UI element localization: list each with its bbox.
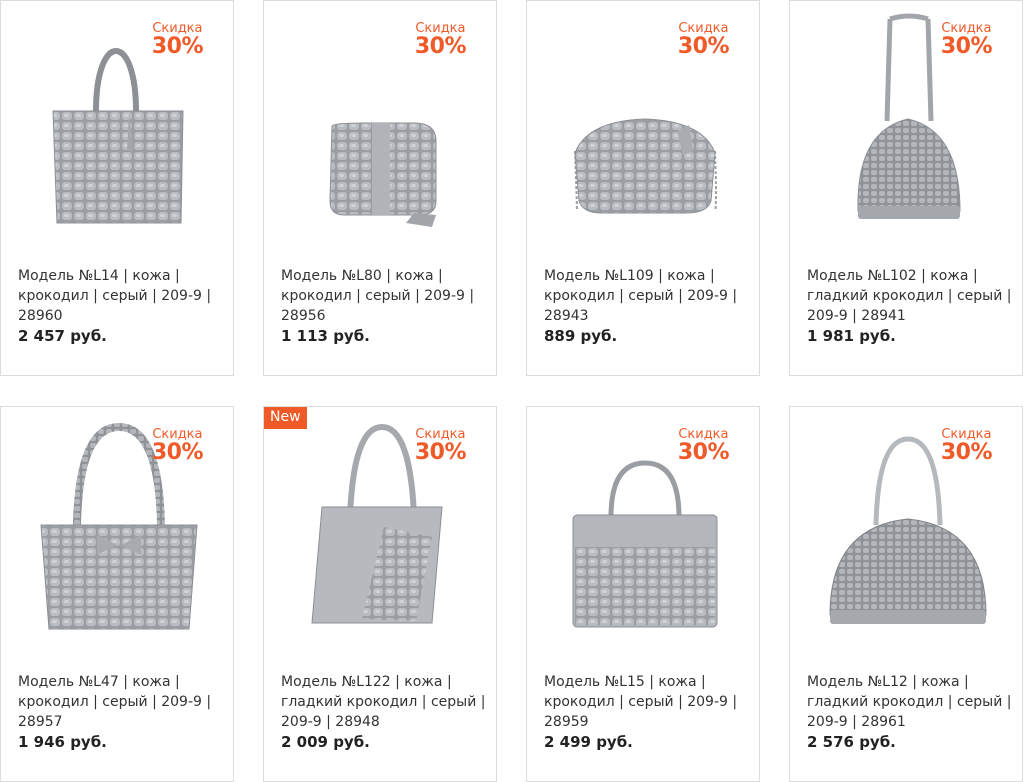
product-price: 2 009 руб. — [281, 733, 370, 751]
discount-label: Скидка 30% — [414, 427, 467, 465]
product-price: 1 946 руб. — [18, 733, 107, 751]
product-price: 889 руб. — [544, 327, 618, 345]
product-card[interactable]: Скидка 30% Модель №L80 | кожа | крокодил… — [263, 0, 497, 376]
product-title[interactable]: Модель №L12 | кожа | гладкий крокодил | … — [807, 672, 1012, 732]
product-title[interactable]: Модель №L14 | кожа | крокодил | серый | … — [18, 266, 223, 326]
product-card[interactable]: Скидка 30% Модель №L47 | кожа | крокодил… — [0, 406, 234, 782]
product-price: 2 457 руб. — [18, 327, 107, 345]
discount-label: Скидка 30% — [940, 427, 993, 465]
product-title[interactable]: Модель №L122 | кожа | гладкий крокодил |… — [281, 672, 486, 732]
product-title[interactable]: Модель №L80 | кожа | крокодил | серый | … — [281, 266, 486, 326]
discount-label: Скидка 30% — [677, 21, 730, 59]
product-price: 2 499 руб. — [544, 733, 633, 751]
discount-label: Скидка 30% — [414, 21, 467, 59]
discount-label: Скидка 30% — [151, 21, 204, 59]
product-title[interactable]: Модель №L102 | кожа | гладкий крокодил |… — [807, 266, 1012, 326]
product-card[interactable]: Скидка 30% Модель №L12 | кожа | гладкий … — [789, 406, 1023, 782]
discount-label: Скидка 30% — [677, 427, 730, 465]
product-card[interactable]: New Скидка 30% Модель №L122 | кожа | гла… — [263, 406, 497, 782]
product-price: 1 981 руб. — [807, 327, 896, 345]
product-card[interactable]: Скидка 30% Модель №L102 | кожа | гладкий… — [789, 0, 1023, 376]
product-card[interactable]: Скидка 30% Модель №L15 | кожа | крокодил… — [526, 406, 760, 782]
product-title[interactable]: Модель №L47 | кожа | крокодил | серый | … — [18, 672, 223, 732]
product-title[interactable]: Модель №L109 | кожа | крокодил | серый |… — [544, 266, 749, 326]
product-card[interactable]: Скидка 30% Модель №L14 | кожа | крокодил… — [0, 0, 234, 376]
product-title[interactable]: Модель №L15 | кожа | крокодил | серый | … — [544, 672, 749, 732]
product-price: 1 113 руб. — [281, 327, 370, 345]
product-card[interactable]: Скидка 30% Модель №L109 | кожа | крокоди… — [526, 0, 760, 376]
discount-label: Скидка 30% — [940, 21, 993, 59]
discount-label: Скидка 30% — [151, 427, 204, 465]
product-price: 2 576 руб. — [807, 733, 896, 751]
